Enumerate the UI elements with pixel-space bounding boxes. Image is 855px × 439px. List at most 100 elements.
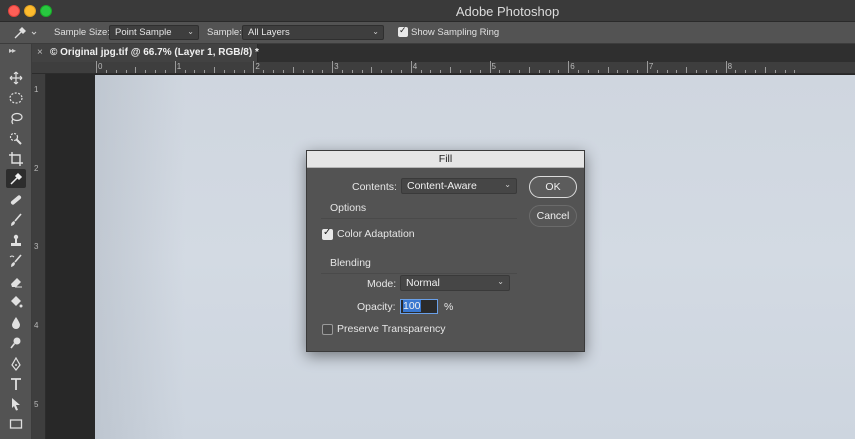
quick-selection-icon [9,132,22,145]
move-icon [9,71,23,84]
ruler-tick [499,70,501,73]
healing-brush-tool[interactable] [6,190,26,209]
stamp-icon [11,234,21,246]
collapse-panel-icon[interactable]: ▸▸ [9,46,16,55]
chevron-down-icon: ⌄ [504,180,511,189]
close-tab-icon[interactable]: × [37,47,43,58]
mode-value: Normal [406,277,440,289]
crop-tool[interactable] [6,149,26,168]
pen-icon [11,356,21,371]
ruler-tick [204,70,206,73]
ok-button[interactable]: OK [529,176,577,198]
ruler-tick [509,70,511,73]
ruler-tick [469,70,471,73]
brush-tool[interactable] [6,210,26,229]
chevron-down-icon: ⌄ [187,27,194,36]
options-bar: Sample Size: Point Sample ⌄ Sample: All … [0,22,855,44]
window-title: Adobe Photoshop [455,4,560,19]
paint-bucket-tool[interactable] [6,292,26,311]
ruler-tick [410,61,412,73]
vertical-ruler[interactable]: 1 2 3 4 5 [32,74,46,439]
ruler-tick [676,70,678,73]
sample-select[interactable]: All Layers ⌄ [242,25,384,40]
ruler-tick [745,70,747,73]
tool-preset-picker[interactable] [12,25,38,41]
lasso-tool[interactable] [6,108,26,127]
type-icon [11,377,21,390]
options-heading: Options [330,202,367,214]
ruler-number: 1 [34,85,39,94]
dialog-title: Fill [307,151,584,168]
ruler-number: 6 [570,62,575,71]
preserve-transparency-label[interactable]: Preserve Transparency [337,323,446,335]
opacity-input[interactable]: 100 [400,299,438,314]
contents-value: Content-Aware [407,180,477,192]
ruler-tick [341,70,343,73]
eyedropper-tool[interactable] [6,169,26,188]
show-sampling-ring-checkbox[interactable] [398,25,408,37]
color-adaptation-checkbox[interactable] [322,227,333,240]
ruler-tick [538,70,540,73]
history-brush-tool[interactable] [6,251,26,270]
ruler-tick [705,70,707,73]
ruler-number: 2 [34,163,39,173]
ruler-tick [519,70,520,73]
ruler-origin[interactable] [32,62,46,74]
move-tool[interactable] [6,68,26,87]
blending-divider [321,273,517,274]
ruler-tick [528,67,530,73]
opacity-label: Opacity: [357,301,396,313]
ruler-tick [794,70,796,73]
ruler-tick [263,70,265,73]
ruler-tick [96,61,97,73]
clone-stamp-tool[interactable] [6,231,26,250]
ruler-number: 3 [334,62,339,71]
sample-value: All Layers [248,27,290,38]
sample-size-select[interactable]: Point Sample ⌄ [109,25,199,40]
cancel-button[interactable]: Cancel [529,205,577,227]
ruler-tick [578,70,580,73]
ruler-tick [568,61,570,73]
ruler-number: 2 [255,62,260,71]
dodge-tool[interactable] [6,333,26,352]
ruler-number: 5 [491,62,496,71]
path-selection-tool[interactable] [6,394,26,413]
contents-label: Contents: [352,181,397,193]
ruler-tick [155,70,157,73]
marquee-tool[interactable] [6,88,26,107]
rectangle-tool[interactable] [6,414,26,433]
mode-select[interactable]: Normal ⌄ [400,275,510,291]
ruler-tick [450,67,452,73]
ruler-tick [656,70,658,73]
ruler-tick [440,70,442,73]
preserve-transparency-checkbox[interactable] [322,324,333,335]
ruler-tick [764,67,766,73]
ruler-number: 3 [34,242,39,252]
bandage-icon [10,194,22,205]
chevron-down-icon: ⌄ [497,277,504,286]
ruler-tick [774,70,776,73]
ruler-tick [351,70,353,73]
ruler-tick [755,70,757,73]
horizontal-ruler[interactable]: 0 1 2 3 4 5 6 7 8 [46,61,855,74]
ruler-tick [312,70,314,73]
ruler-tick [637,70,639,73]
quick-selection-tool[interactable] [6,129,26,148]
ruler-tick [430,70,432,73]
type-tool[interactable] [6,374,26,393]
opacity-unit: % [444,301,454,313]
ruler-tick [627,70,629,73]
ruler-tick [735,70,737,73]
contents-select[interactable]: Content-Aware ⌄ [401,178,517,194]
pen-tool[interactable] [6,354,26,373]
ruler-tick [184,70,186,73]
eraser-tool[interactable] [6,272,26,291]
rectangle-icon [9,418,23,429]
color-adaptation-label[interactable]: Color Adaptation [337,228,415,240]
ruler-tick [273,70,275,73]
ruler-tick [292,67,294,73]
ruler-tick [617,70,619,73]
ruler-tick [125,70,127,73]
blur-tool[interactable] [6,313,26,332]
document-tab[interactable]: × © Original jpg.tif @ 66.7% (Layer 1, R… [32,44,259,62]
